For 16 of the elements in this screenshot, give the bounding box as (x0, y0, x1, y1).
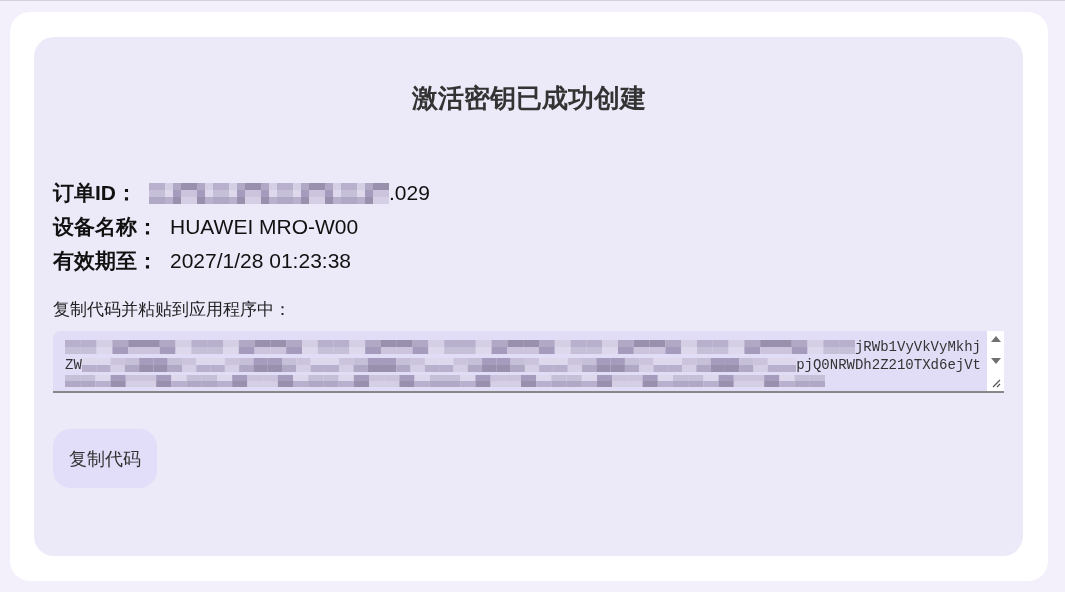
dialog-title: 激活密钥已成功创建 (410, 82, 647, 115)
code-text: pjQ0NRWDh2Z210TXd6ejVt (796, 357, 981, 373)
scroll-up-icon[interactable] (989, 334, 1002, 344)
instruction-text: 复制代码并粘贴到应用程序中： (53, 299, 292, 321)
code-text: ZW (65, 357, 82, 373)
field-value: HUAWEI MRO-W00 (170, 215, 359, 239)
field-value: 2027/1/28 01:23:38 (170, 249, 351, 273)
field-value: .029 (389, 181, 430, 205)
field-label: 设备名称： (53, 214, 158, 240)
field-label: 有效期至： (53, 248, 158, 274)
scroll-down-icon[interactable] (989, 356, 1002, 366)
resize-grip-icon[interactable] (990, 378, 1001, 388)
code-field[interactable]: jRWb1VyVkVyMkhj ZW pjQ0NRWDh2Z210TXd6ejVt (53, 331, 1004, 393)
field-label: 订单ID： (53, 180, 137, 206)
copy-code-button[interactable]: 复制代码 (53, 429, 157, 488)
code-text: jRWb1VyVkVyMkhj (854, 339, 981, 355)
